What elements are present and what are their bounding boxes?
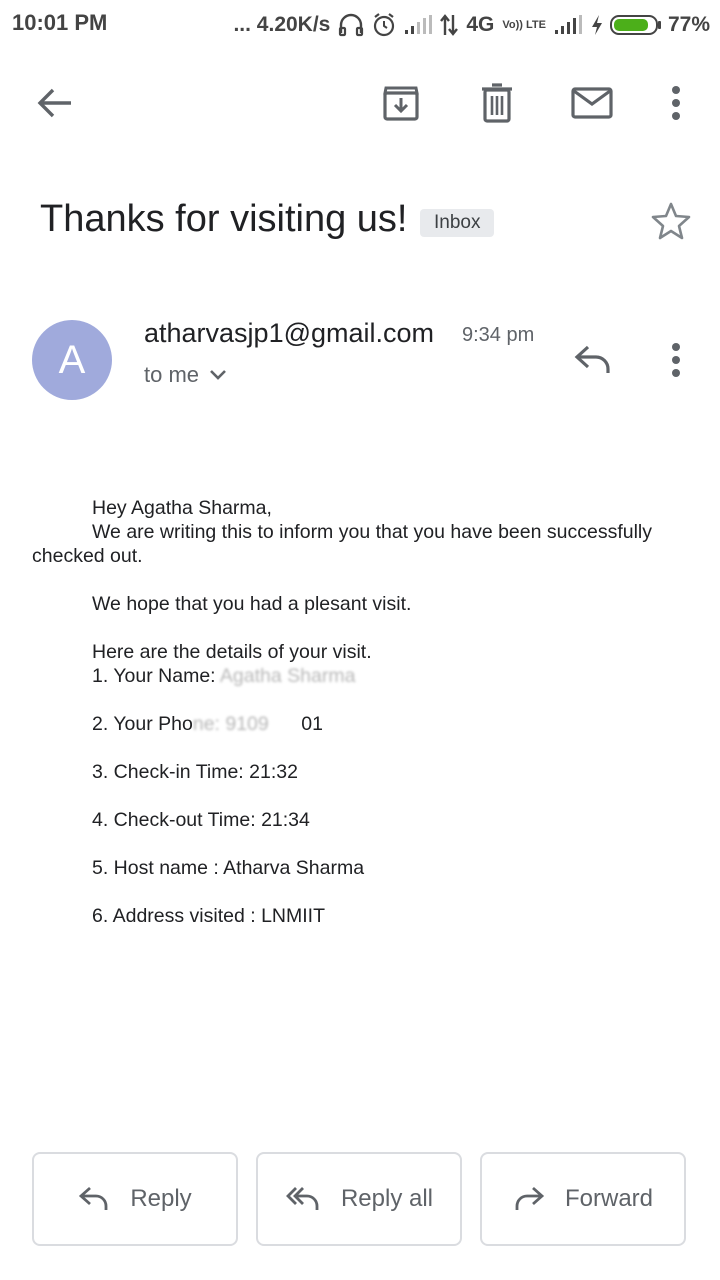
back-arrow-icon[interactable] (30, 78, 80, 128)
mark-unread-icon[interactable] (566, 78, 618, 128)
body-line1-cont: checked out. (32, 545, 143, 567)
sender-address[interactable]: atharvasjp1@gmail.com (144, 318, 434, 349)
reply-button[interactable]: Reply (32, 1152, 238, 1246)
data-transfer-icon (440, 14, 459, 36)
status-time: 10:01 PM (12, 10, 108, 35)
star-icon[interactable] (648, 198, 694, 244)
forward-icon (515, 1186, 545, 1210)
reply-icon[interactable] (570, 340, 616, 380)
charging-icon (591, 15, 602, 35)
volte-icon: Vo)) LTE (502, 18, 546, 31)
reply-icon (79, 1186, 108, 1210)
signal-weak-icon (404, 15, 433, 35)
detail-phone-label: 2. Your Pho (92, 713, 193, 735)
forward-label: Forward (564, 1185, 654, 1212)
headphone-icon (338, 13, 364, 37)
detail-name-label: 1. Your Name: (92, 665, 220, 687)
reply-all-icon (285, 1187, 319, 1210)
body-greeting: Hey Agatha Sharma, (92, 497, 272, 519)
detail-checkout: 4. Check-out Time: 21:34 (92, 809, 310, 831)
battery-icon (609, 15, 661, 35)
net-speed: ... 4.20K/s (233, 13, 331, 36)
email-subject: Thanks for visiting us! (40, 198, 408, 240)
reply-all-button[interactable]: Reply all (256, 1152, 462, 1246)
message-more-icon[interactable] (656, 340, 696, 380)
detail-phone-end: 01 (301, 713, 323, 735)
battery-indicator: 77% (590, 13, 710, 37)
status-indicators: ... 4.20K/s 4G Vo)) LTE 77% (233, 10, 710, 40)
detail-host: 5. Host name : Atharva Sharma (92, 857, 365, 879)
detail-checkin: 3. Check-in Time: 21:32 (92, 761, 298, 783)
recipient-toggle[interactable]: to me (144, 362, 227, 388)
battery-percent: 77% (667, 13, 710, 36)
delete-icon[interactable] (472, 78, 522, 128)
email-time: 9:34 pm (462, 324, 535, 346)
sender-avatar[interactable]: A (32, 320, 112, 400)
body-line3: Here are the details of your visit. (92, 641, 372, 663)
forward-button[interactable]: Forward (480, 1152, 686, 1246)
reply-label: Reply (130, 1185, 192, 1212)
reply-all-label: Reply all (340, 1185, 434, 1212)
network-type: 4G (466, 13, 495, 36)
detail-name-value: Agatha Sharma (219, 665, 356, 687)
inbox-label-chip[interactable]: Inbox (420, 209, 495, 237)
detail-phone-value: ne: 9109 (192, 713, 269, 735)
alarm-icon (372, 13, 396, 37)
detail-phone: 2. Your Phone: 9109 01 (92, 713, 323, 736)
detail-address: 6. Address visited : LNMIIT (92, 905, 326, 927)
chevron-down-icon (210, 370, 226, 380)
body-line1: We are writing this to inform you that y… (92, 521, 652, 543)
more-vert-icon[interactable] (656, 78, 696, 128)
detail-name: 1. Your Name: Agatha Sharma (92, 665, 355, 688)
archive-icon[interactable] (376, 78, 426, 128)
detail-phone-redacted (269, 713, 302, 735)
body-line2: We hope that you had a plesant visit. (92, 593, 412, 615)
recipient-label: to me (144, 362, 200, 387)
signal-icon (554, 15, 582, 35)
